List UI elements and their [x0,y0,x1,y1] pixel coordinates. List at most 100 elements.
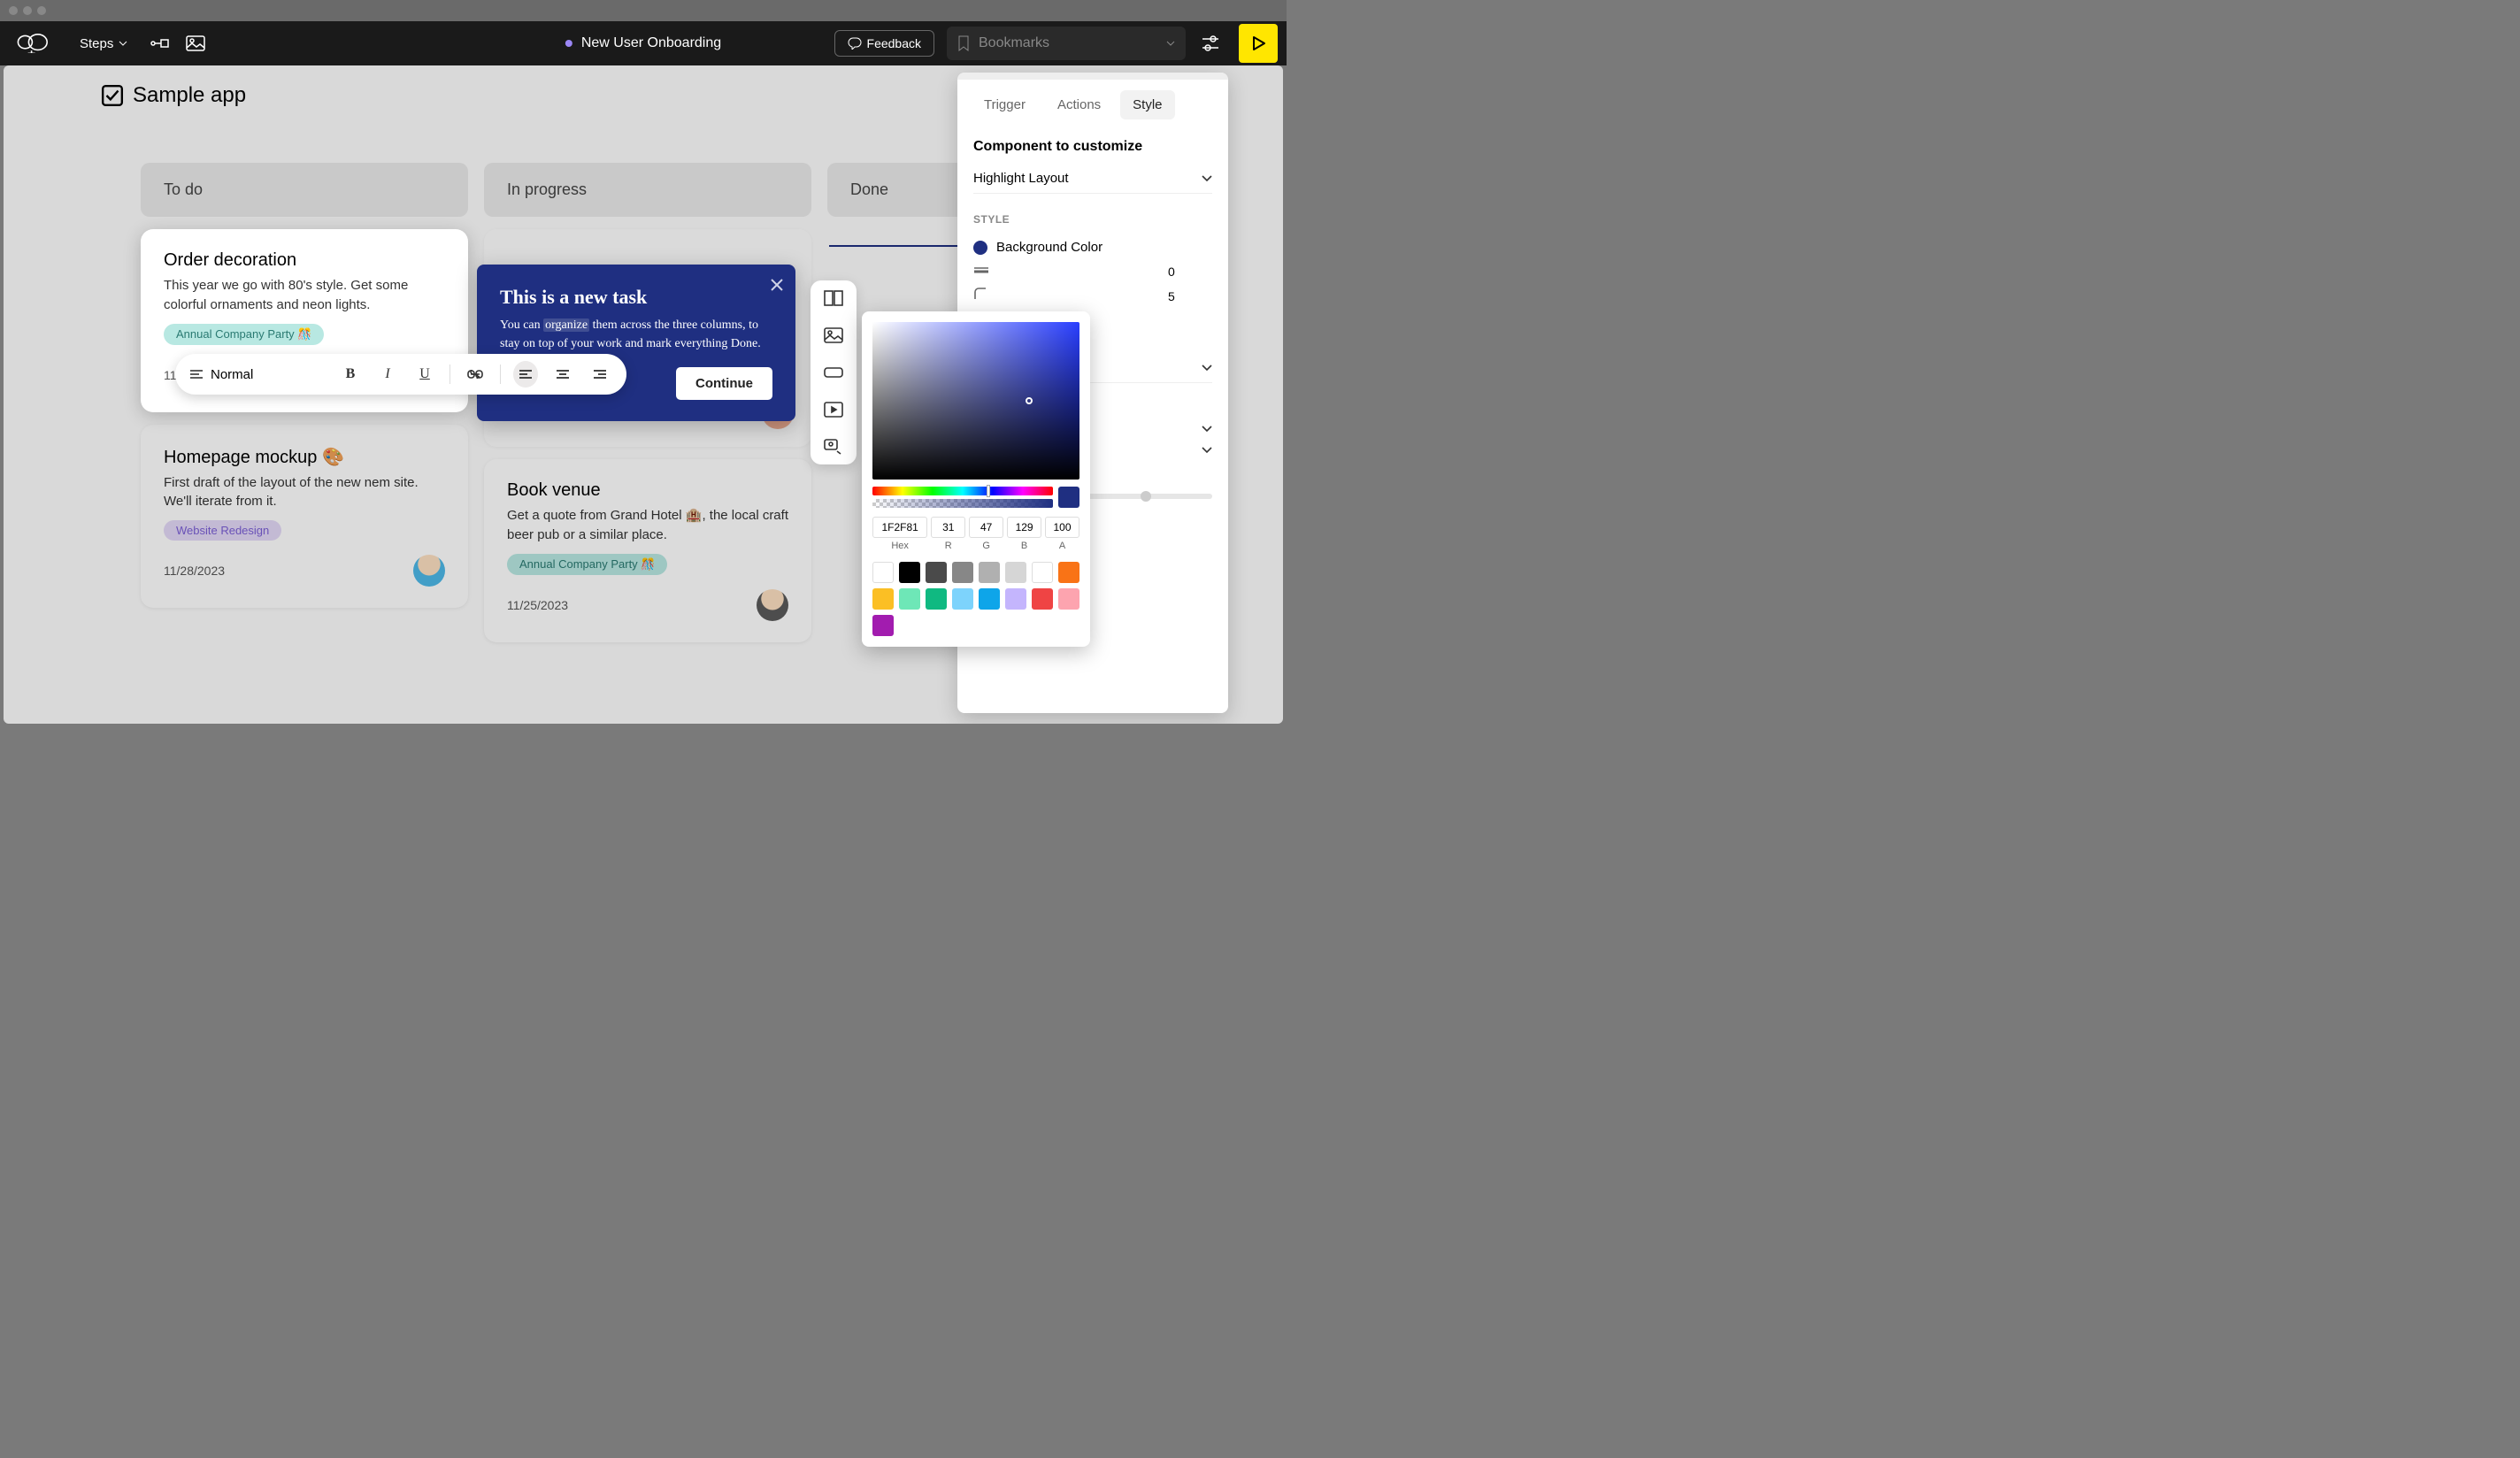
feedback-label: Feedback [867,36,921,50]
play-button[interactable] [1239,24,1278,63]
border-radius-icon [973,287,991,305]
align-left-button[interactable] [513,361,538,388]
card-date: 11/28/2023 [164,564,225,578]
swatch[interactable] [952,562,973,583]
task-card[interactable]: Homepage mockup 🎨 First draft of the lay… [141,425,468,609]
steps-label: Steps [80,36,113,51]
element-palette [811,280,857,464]
card-title: Order decoration [164,250,445,271]
component-dropdown[interactable]: Highlight Layout [973,164,1212,194]
swatch[interactable] [1032,588,1053,610]
text-lines-icon [189,369,204,380]
traffic-light-min[interactable] [23,6,32,15]
b-input[interactable] [1007,517,1041,538]
link-button[interactable] [463,361,488,388]
card-title: Book venue [507,480,788,501]
continue-button[interactable]: Continue [676,367,772,400]
bold-button[interactable]: B [338,361,363,388]
sliders-icon [1201,35,1220,52]
button-element-icon[interactable] [823,364,844,381]
italic-button[interactable]: I [375,361,400,388]
image-element-icon[interactable] [823,326,844,344]
steps-dropdown[interactable]: Steps [71,31,136,57]
coach-title: This is a new task [500,286,772,309]
feedback-button[interactable]: Feedback [834,30,934,57]
tab-style[interactable]: Style [1120,90,1174,119]
align-center-button[interactable] [550,361,575,388]
assignee-avatar[interactable] [413,555,445,587]
play-icon [1250,35,1266,51]
flow-title: New User Onboarding [581,35,721,51]
traffic-light-close[interactable] [9,6,18,15]
swatch[interactable] [1032,562,1053,583]
bookmarks-select[interactable]: Bookmarks [947,27,1186,60]
underline-button[interactable]: U [412,361,437,388]
swatch[interactable] [1058,588,1079,610]
flow-icon[interactable] [149,32,172,55]
swatch[interactable] [979,562,1000,583]
column-header: To do [141,163,468,217]
traffic-light-max[interactable] [37,6,46,15]
r-input[interactable] [931,517,965,538]
panel-tabs: Trigger Actions Style [957,80,1228,127]
border-radius-row [973,283,1212,309]
swatch[interactable] [979,588,1000,610]
task-card[interactable]: Book venue Get a quote from Grand Hotel … [484,459,811,642]
swatch[interactable] [926,588,947,610]
app-title-text: Sample app [133,83,246,108]
tab-trigger[interactable]: Trigger [972,90,1038,119]
swatch[interactable] [1005,588,1026,610]
app-logo [9,28,58,58]
section-label: STYLE [973,213,1212,226]
hue-cursor[interactable] [987,485,990,497]
card-tag[interactable]: Website Redesign [164,520,281,541]
a-input[interactable] [1045,517,1079,538]
section-header: Component to customize [973,139,1212,155]
swatch[interactable] [926,562,947,583]
swatch[interactable] [872,588,894,610]
swatch[interactable] [872,615,894,636]
paragraph-style-dropdown[interactable]: Normal [189,367,313,382]
swatch[interactable] [1005,562,1026,583]
app-title-group: Sample app [101,83,246,108]
card-tag[interactable]: Annual Company Party 🎊 [164,324,324,345]
close-button[interactable] [771,277,783,295]
video-element-icon[interactable] [823,401,844,418]
border-radius-input[interactable] [1168,289,1212,303]
saturation-cursor[interactable] [1026,397,1033,404]
bookmarks-placeholder: Bookmarks [979,35,1157,51]
link-icon [467,370,483,379]
form-element-icon[interactable] [823,438,844,456]
settings-button[interactable] [1198,31,1223,56]
align-right-button[interactable] [588,361,612,388]
coach-body: You can organize them across the three c… [500,316,772,353]
coach-tooltip: This is a new task You can organize them… [477,265,795,421]
card-tag[interactable]: Annual Company Party 🎊 [507,554,667,575]
color-swatch[interactable] [973,241,987,255]
bg-color-label: Background Color [996,240,1102,255]
bg-color-row[interactable]: Background Color [973,234,1212,260]
assignee-avatar[interactable] [757,589,788,621]
image-icon[interactable] [184,32,207,55]
swatch[interactable] [899,562,920,583]
chat-icon [848,37,862,50]
chevron-down-icon [1202,426,1212,433]
saturation-field[interactable] [872,322,1079,480]
column-todo: To do Order decoration This year we go w… [141,163,468,642]
color-preview [1058,487,1079,508]
tab-actions[interactable]: Actions [1045,90,1113,119]
panel-drag-handle[interactable] [957,73,1228,80]
swatch[interactable] [899,588,920,610]
swatch[interactable] [1058,562,1079,583]
swatch-grid [872,562,1079,636]
preview-canvas: Sample app To do Order decoration This y… [4,65,1283,724]
hex-input[interactable] [872,517,927,538]
g-input[interactable] [969,517,1003,538]
hue-slider[interactable] [872,487,1053,495]
bookmark-icon [957,35,970,51]
swatch[interactable] [952,588,973,610]
swatch[interactable] [872,562,894,583]
alpha-slider[interactable] [872,499,1053,508]
border-width-input[interactable] [1168,265,1212,279]
layout-icon[interactable] [823,289,844,307]
